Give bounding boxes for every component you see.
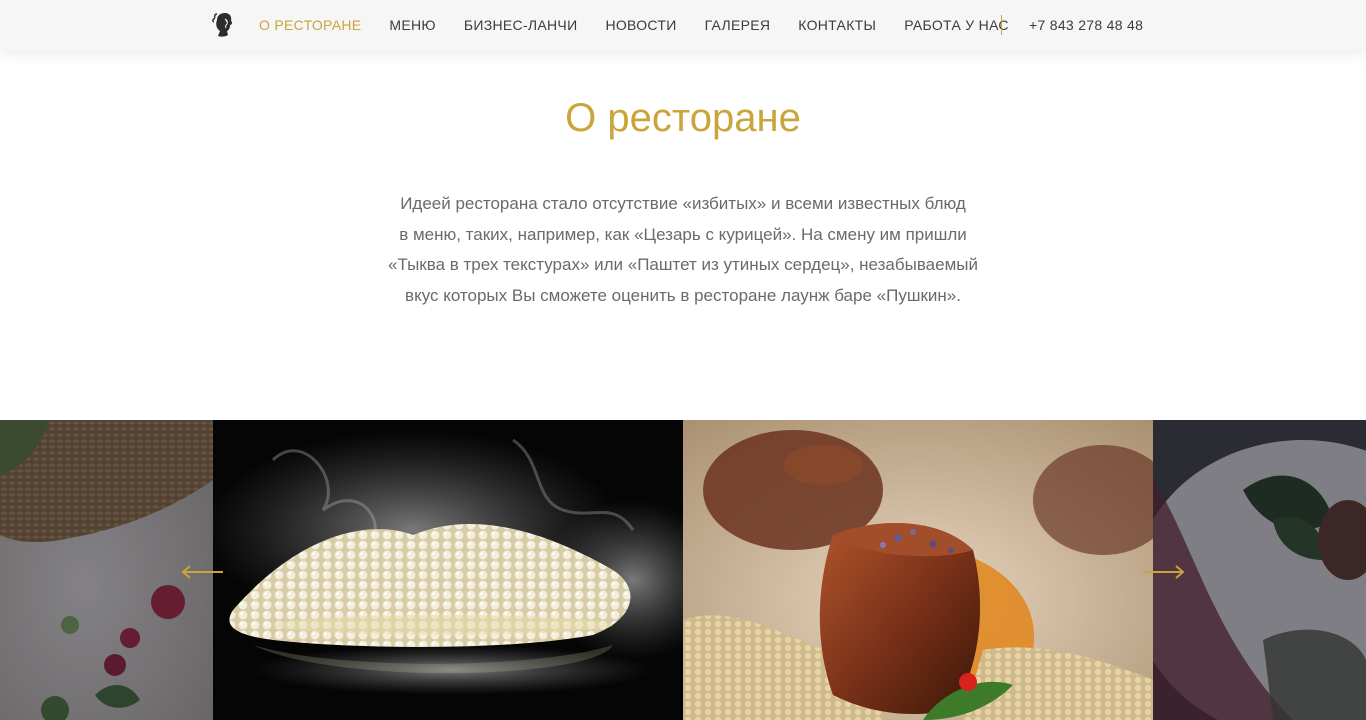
photo-gallery-slider [0, 420, 1366, 720]
nav-item-careers[interactable]: РАБОТА У НАС [904, 17, 1009, 33]
arrow-right-icon[interactable] [1143, 565, 1185, 579]
nav-item-gallery[interactable]: ГАЛЕРЕЯ [705, 17, 771, 33]
nav-divider [1001, 15, 1002, 35]
about-title: О ресторане [565, 96, 801, 140]
nav-item-business-lunch[interactable]: БИЗНЕС-ЛАНЧИ [464, 17, 578, 33]
seared-meat-dish-photo[interactable] [683, 420, 1153, 720]
about-line: Идеей ресторана стало отсутствие «избиты… [400, 194, 966, 213]
about-description: Идеей ресторана стало отсутствие «избиты… [370, 189, 996, 311]
pushkin-portrait-logo[interactable] [211, 11, 235, 39]
nav-item-contacts[interactable]: КОНТАКТЫ [798, 17, 876, 33]
about-line: в меню, таких, например, как «Цезарь с к… [399, 224, 967, 244]
arrow-left-icon[interactable] [181, 565, 223, 579]
smoking-pearl-dish-photo[interactable] [213, 420, 683, 720]
main-menu: О РЕСТОРАНЕ МЕНЮ БИЗНЕС-ЛАНЧИ НОВОСТИ ГА… [259, 0, 1037, 50]
about-line: вкус которых Вы сможете оценить в рестор… [405, 285, 961, 305]
nav-item-news[interactable]: НОВОСТИ [605, 17, 676, 33]
nav-item-menu[interactable]: МЕНЮ [389, 17, 435, 33]
about-line: «Тыква в трех текстурах» или «Паштет из … [388, 255, 978, 274]
phone-link[interactable]: +7 843 278 48 48 [1029, 0, 1143, 50]
top-navbar: О РЕСТОРАНЕ МЕНЮ БИЗНЕС-ЛАНЧИ НОВОСТИ ГА… [0, 0, 1366, 50]
nav-item-about[interactable]: О РЕСТОРАНЕ [259, 17, 361, 33]
